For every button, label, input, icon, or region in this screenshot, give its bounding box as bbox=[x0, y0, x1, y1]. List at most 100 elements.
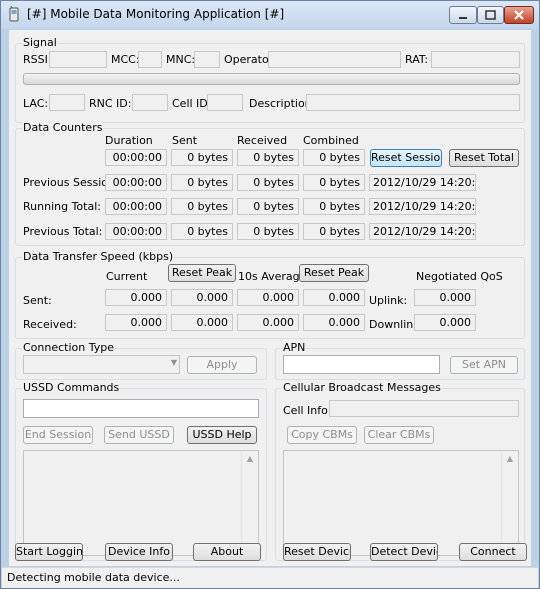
previous-total-received: 0 bytes bbox=[237, 223, 299, 240]
window-title: [#] Mobile Data Monitoring Application [… bbox=[27, 7, 285, 21]
duration-header: Duration bbox=[105, 134, 153, 147]
running-total-duration: 00:00:00 bbox=[105, 198, 167, 215]
mnc-value bbox=[194, 51, 220, 68]
send-ussd-button[interactable]: Send USSD bbox=[104, 426, 174, 444]
previous-total-duration: 00:00:00 bbox=[105, 223, 167, 240]
device-info-button[interactable]: Device Info bbox=[105, 543, 173, 561]
app-window: [#] Mobile Data Monitoring Application [… bbox=[0, 0, 540, 589]
reset-peak-current-button[interactable]: Reset Peak bbox=[168, 264, 236, 282]
connection-type-select[interactable]: ▼ bbox=[23, 355, 180, 374]
received-average-value: 0.000 bbox=[237, 314, 299, 331]
signal-strength-bar bbox=[23, 73, 520, 85]
lac-label: LAC: bbox=[23, 97, 49, 110]
rssi-label: RSSI: bbox=[23, 53, 52, 66]
status-bar: Detecting mobile data device... bbox=[2, 567, 538, 588]
previous-session-received: 0 bytes bbox=[237, 174, 299, 191]
ussd-response-area[interactable]: ▲ ▼ bbox=[23, 450, 259, 556]
running-total-timestamp: 2012/10/29 14:20:46 bbox=[369, 198, 476, 215]
current-duration: 00:00:00 bbox=[105, 149, 167, 166]
app-phone-icon bbox=[9, 6, 19, 22]
set-apn-button[interactable]: Set APN bbox=[450, 356, 518, 374]
reset-session-button[interactable]: Reset Session bbox=[370, 149, 442, 167]
description-value bbox=[306, 94, 520, 111]
received-current-value: 0.000 bbox=[105, 314, 167, 331]
maximize-button[interactable] bbox=[477, 6, 504, 24]
running-total-label: Running Total: bbox=[23, 200, 101, 213]
previous-total-timestamp: 2012/10/29 14:20:46 bbox=[369, 223, 476, 240]
running-total-sent: 0 bytes bbox=[171, 198, 233, 215]
about-button[interactable]: About bbox=[193, 543, 261, 561]
current-received: 0 bytes bbox=[237, 149, 299, 166]
received-current-peak-value: 0.000 bbox=[171, 314, 233, 331]
lac-value bbox=[49, 94, 85, 111]
copy-cbms-button[interactable]: Copy CBMs bbox=[287, 426, 357, 444]
received-header: Received bbox=[237, 134, 288, 147]
scroll-up-icon[interactable]: ▲ bbox=[242, 451, 258, 467]
negotiated-qos-label: Negotiated QoS bbox=[416, 270, 503, 283]
downlink-value: 0.000 bbox=[414, 314, 476, 331]
previous-total-label: Previous Total: bbox=[23, 225, 103, 238]
combined-header: Combined bbox=[303, 134, 359, 147]
close-button[interactable] bbox=[504, 6, 534, 24]
reset-device-button[interactable]: Reset Device bbox=[283, 543, 351, 561]
sent-header: Sent bbox=[172, 134, 198, 147]
cell-id-value bbox=[207, 94, 243, 111]
cell-info-value bbox=[329, 400, 519, 417]
mcc-label: MCC: bbox=[111, 53, 140, 66]
previous-session-sent: 0 bytes bbox=[171, 174, 233, 191]
uplink-value: 0.000 bbox=[414, 289, 476, 306]
ussd-scrollbar[interactable]: ▲ ▼ bbox=[241, 451, 258, 555]
start-logging-button[interactable]: Start Logging bbox=[15, 543, 83, 561]
current-speed-label: Current bbox=[106, 270, 148, 283]
detect-device-button[interactable]: Detect Device bbox=[370, 543, 438, 561]
connection-type-group-label: Connection Type bbox=[22, 341, 116, 354]
previous-session-timestamp: 2012/10/29 14:20:46 bbox=[369, 174, 476, 191]
uplink-label: Uplink: bbox=[369, 294, 408, 307]
received-speed-label: Received: bbox=[23, 318, 77, 331]
sent-average-value: 0.000 bbox=[237, 289, 299, 306]
scroll-up-icon[interactable]: ▲ bbox=[502, 451, 518, 467]
cell-id-label: Cell ID: bbox=[172, 97, 212, 110]
ussd-help-button[interactable]: USSD Help bbox=[187, 426, 257, 444]
status-text: Detecting mobile data device... bbox=[7, 571, 180, 584]
cbm-group-label: Cellular Broadcast Messages bbox=[282, 381, 442, 394]
mcc-value bbox=[138, 51, 162, 68]
apply-button[interactable]: Apply bbox=[187, 356, 257, 374]
title-bar[interactable]: [#] Mobile Data Monitoring Application [… bbox=[1, 1, 539, 29]
sent-current-peak-value: 0.000 bbox=[171, 289, 233, 306]
previous-session-duration: 00:00:00 bbox=[105, 174, 167, 191]
minimize-icon bbox=[459, 17, 467, 19]
data-counters-group-label: Data Counters bbox=[22, 121, 104, 134]
current-combined: 0 bytes bbox=[303, 149, 365, 166]
rssi-value bbox=[49, 51, 107, 68]
signal-group-label: Signal bbox=[22, 36, 58, 49]
apn-input[interactable] bbox=[283, 355, 440, 374]
rnc-id-label: RNC ID: bbox=[89, 97, 132, 110]
rat-label: RAT: bbox=[405, 53, 429, 66]
sent-average-peak-value: 0.000 bbox=[303, 289, 365, 306]
minimize-button[interactable] bbox=[449, 6, 477, 24]
end-session-button[interactable]: End Session bbox=[23, 426, 93, 444]
current-sent: 0 bytes bbox=[171, 149, 233, 166]
ussd-group-label: USSD Commands bbox=[22, 381, 121, 394]
reset-total-button[interactable]: Reset Total bbox=[449, 149, 519, 167]
cbm-messages-area[interactable]: ▲ ▼ bbox=[283, 450, 519, 556]
apn-group-label: APN bbox=[282, 341, 307, 354]
running-total-combined: 0 bytes bbox=[303, 198, 365, 215]
cbm-scrollbar[interactable]: ▲ ▼ bbox=[501, 451, 518, 555]
maximize-icon bbox=[485, 10, 496, 20]
connect-button[interactable]: Connect bbox=[459, 543, 527, 561]
rnc-id-value bbox=[132, 94, 168, 111]
average-speed-label: 10s Average bbox=[238, 270, 307, 283]
ussd-command-input[interactable] bbox=[23, 399, 259, 418]
previous-total-sent: 0 bytes bbox=[171, 223, 233, 240]
received-average-peak-value: 0.000 bbox=[303, 314, 365, 331]
previous-session-combined: 0 bytes bbox=[303, 174, 365, 191]
close-icon bbox=[514, 10, 524, 20]
running-total-received: 0 bytes bbox=[237, 198, 299, 215]
reset-peak-average-button[interactable]: Reset Peak bbox=[299, 264, 369, 282]
cell-info-label: Cell Info: bbox=[283, 404, 332, 417]
sent-speed-label: Sent: bbox=[23, 294, 52, 307]
previous-total-combined: 0 bytes bbox=[303, 223, 365, 240]
clear-cbms-button[interactable]: Clear CBMs bbox=[364, 426, 434, 444]
